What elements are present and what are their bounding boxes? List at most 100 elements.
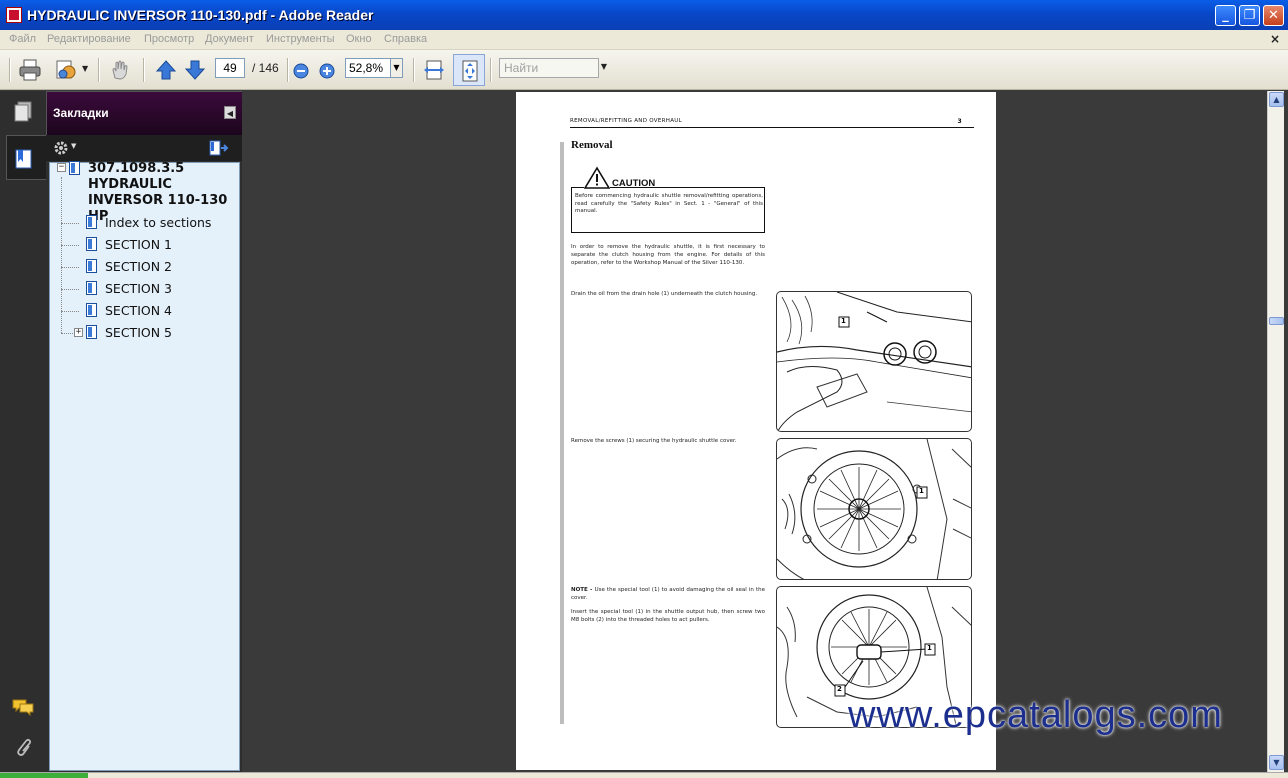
minimize-button[interactable]: _ <box>1215 5 1236 26</box>
title-bar[interactable]: HYDRAULIC INVERSOR 110-130.pdf - Adobe R… <box>0 0 1288 30</box>
find-input[interactable]: Найти <box>499 58 599 78</box>
previous-page-icon[interactable] <box>154 58 178 82</box>
scroll-up-icon[interactable]: ▲ <box>1269 92 1284 107</box>
zoom-in-icon[interactable] <box>318 62 336 80</box>
bookmarks-tree: − 307.1098.3.5 HYDRAULIC INVERSOR 110-13… <box>49 161 240 771</box>
collapse-root-icon[interactable]: − <box>57 163 66 172</box>
menu-window[interactable]: Окно <box>346 33 372 45</box>
menu-file[interactable]: Файл <box>9 33 36 45</box>
bookmarks-panel-title: Закладки <box>53 106 109 120</box>
tree-connector <box>61 267 79 268</box>
tree-connector <box>61 223 79 224</box>
bookmark-icon <box>86 215 97 229</box>
bookmark-icon <box>86 325 97 339</box>
caution-text: Before commencing hydraulic shuttle remo… <box>575 193 763 215</box>
watermark: www.epcatalogs.com <box>848 694 1223 736</box>
caution-label: CAUTION <box>612 178 656 189</box>
taskbar-start-strip <box>0 773 88 778</box>
collaborate-dropdown-icon[interactable]: ▼ <box>82 64 88 73</box>
step-drain-oil: Drain the oil from the drain hole (1) un… <box>571 291 758 297</box>
toolbar: ▼ <box>0 50 1288 90</box>
tree-connector <box>61 311 79 312</box>
tree-connector <box>61 289 79 290</box>
menu-edit[interactable]: Редактирование <box>47 33 131 45</box>
close-document-icon[interactable]: × <box>1270 32 1280 46</box>
bookmark-icon <box>86 281 97 295</box>
page-number-input[interactable]: 49 <box>215 58 245 78</box>
figure-drain-hole: 1 <box>776 291 972 432</box>
intro-paragraph: In order to remove the hydraulic shuttle… <box>571 244 765 266</box>
page-margin-bar <box>560 142 564 724</box>
page-total-label: / 146 <box>252 61 279 75</box>
collaborate-icon[interactable] <box>54 58 78 82</box>
callout-1: 1 <box>927 644 932 652</box>
zoom-dropdown-icon[interactable]: ▼ <box>391 58 403 78</box>
bookmark-section-2[interactable]: SECTION 2 <box>105 259 172 274</box>
step-remove-screws: Remove the screws (1) securing the hydra… <box>571 438 737 444</box>
adobe-reader-window: HYDRAULIC INVERSOR 110-130.pdf - Adobe R… <box>0 0 1288 778</box>
vertical-scrollbar[interactable]: ▲ ▼ <box>1267 91 1284 772</box>
menu-view[interactable]: Просмотр <box>144 33 194 45</box>
bookmark-section-5[interactable]: SECTION 5 <box>105 325 172 340</box>
print-icon[interactable] <box>18 58 42 82</box>
toolbar-separator <box>287 58 289 82</box>
fit-page-button[interactable] <box>453 54 485 86</box>
bookmarks-toolbar: ▼ <box>46 135 242 161</box>
caution-box: Before commencing hydraulic shuttle remo… <box>571 187 765 233</box>
zoom-out-icon[interactable] <box>292 62 310 80</box>
menu-tools[interactable]: Инструменты <box>266 33 335 45</box>
callout-2: 2 <box>837 685 842 693</box>
options-dropdown-icon[interactable]: ▼ <box>71 142 76 150</box>
callout-1: 1 <box>841 317 846 325</box>
scroll-down-icon[interactable]: ▼ <box>1269 755 1284 770</box>
hand-tool-icon[interactable] <box>108 58 132 82</box>
shuttle-cover-drawing <box>777 439 971 579</box>
zoom-level-input[interactable]: 52,8% <box>345 58 391 78</box>
navigation-rail <box>0 91 46 772</box>
clutch-housing-drawing <box>777 292 971 431</box>
close-button[interactable]: ✕ <box>1263 5 1284 26</box>
status-bar <box>0 772 1288 778</box>
expand-bookmark-icon[interactable] <box>209 140 229 157</box>
toolbar-separator <box>413 58 415 82</box>
fit-width-icon[interactable] <box>422 58 446 82</box>
bookmark-icon <box>86 259 97 273</box>
collapse-panel-button[interactable]: ◀ <box>224 106 236 119</box>
note-text: Use the special tool (1) to avoid damagi… <box>571 587 765 601</box>
bookmark-icon <box>86 237 97 251</box>
next-page-icon[interactable] <box>183 58 207 82</box>
bookmarks-tab[interactable] <box>6 135 46 180</box>
bookmark-index-to-sections[interactable]: Index to sections <box>105 215 211 230</box>
attachments-panel-icon[interactable] <box>13 737 33 759</box>
page-header-title: REMOVAL/REFITTING AND OVERHAUL <box>570 118 682 124</box>
tree-connector <box>61 177 62 333</box>
find-dropdown-icon[interactable]: ▼ <box>599 58 609 78</box>
figure-shuttle-cover: 1 <box>776 438 972 580</box>
toolbar-separator <box>490 58 492 82</box>
page-header-number: 3 <box>957 118 962 125</box>
bookmark-section-3[interactable]: SECTION 3 <box>105 281 172 296</box>
maximize-button[interactable]: ❐ <box>1239 5 1260 26</box>
gear-icon[interactable] <box>53 140 69 156</box>
comments-panel-icon[interactable] <box>11 697 35 717</box>
bookmarks-panel-header: Закладки ◀ <box>46 91 242 135</box>
toolbar-grip <box>9 58 11 82</box>
pages-panel-icon[interactable] <box>13 101 33 123</box>
toolbar-separator <box>98 58 100 82</box>
bookmark-section-1[interactable]: SECTION 1 <box>105 237 172 252</box>
note-paragraph: NOTE - Use the special tool (1) to avoid… <box>571 586 765 602</box>
bookmarks-panel-icon <box>15 149 32 169</box>
expand-section-5-icon[interactable]: + <box>74 328 83 337</box>
note-label: NOTE - <box>571 587 595 593</box>
pdf-app-icon[interactable] <box>6 7 22 23</box>
menu-document[interactable]: Документ <box>205 33 254 45</box>
scroll-thumb[interactable] <box>1269 317 1284 325</box>
bookmark-icon <box>86 303 97 317</box>
page-header: REMOVAL/REFITTING AND OVERHAUL 3 <box>570 116 974 128</box>
bookmark-icon <box>69 161 80 175</box>
bookmark-section-4[interactable]: SECTION 4 <box>105 303 172 318</box>
fit-page-icon <box>462 60 478 82</box>
step-insert-tool: Insert the special tool (1) in the shutt… <box>571 609 765 623</box>
menu-help[interactable]: Справка <box>384 33 427 45</box>
caution-heading: CAUTION <box>582 164 702 190</box>
